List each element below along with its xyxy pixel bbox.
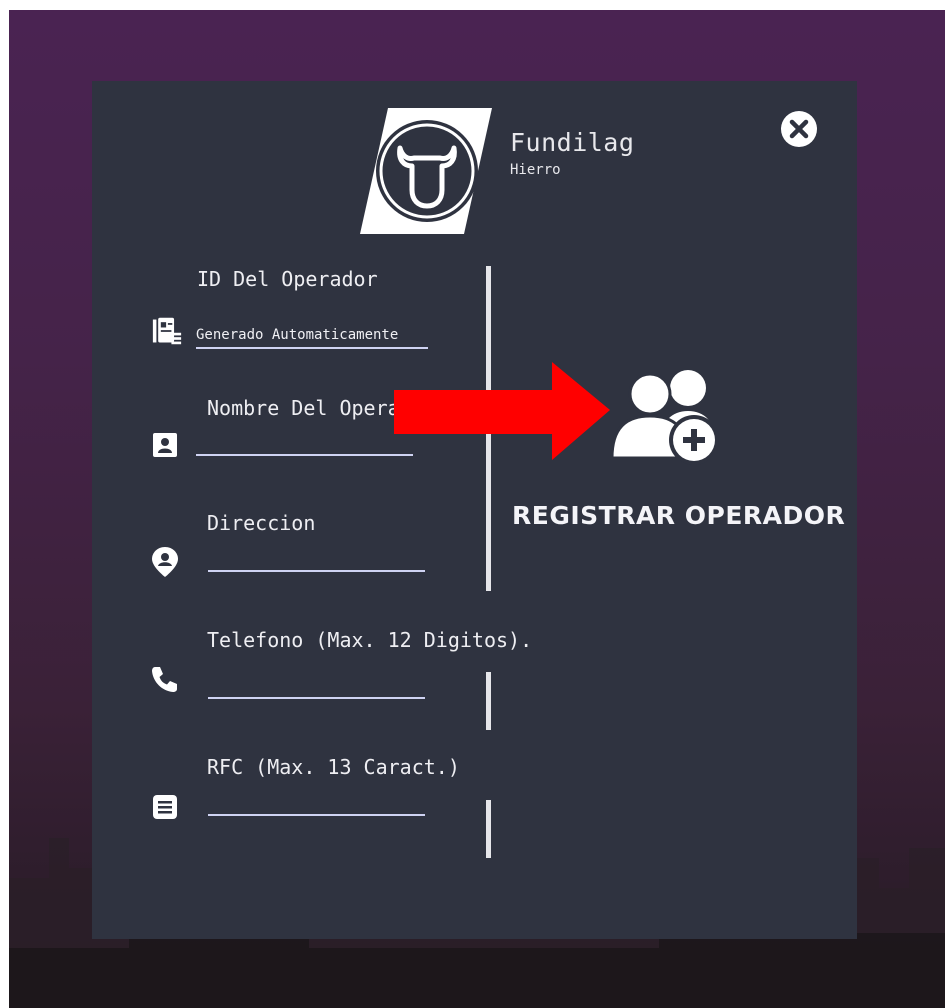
close-button[interactable]	[781, 111, 817, 147]
phone-field[interactable]	[208, 673, 425, 699]
company-subtitle: Hierro	[510, 162, 561, 178]
company-logo	[360, 108, 492, 234]
company-name: Fundilag	[510, 128, 635, 157]
operator-id-field[interactable]	[196, 323, 428, 349]
rfc-label: RFC (Max. 13 Caract.)	[207, 755, 460, 779]
operator-name-field[interactable]	[196, 430, 413, 456]
close-icon	[789, 119, 809, 139]
bull-head-icon	[360, 108, 492, 234]
id-card-icon	[152, 316, 182, 346]
rfc-field[interactable]	[208, 790, 425, 816]
red-arrow-icon	[394, 362, 610, 460]
operator-id-label: ID Del Operador	[197, 267, 378, 291]
address-label: Direccion	[207, 511, 316, 535]
divider-line	[486, 800, 491, 858]
location-pin-icon	[150, 547, 180, 577]
register-operator-label[interactable]: REGISTRAR OPERADOR	[512, 501, 845, 530]
document-icon	[150, 792, 180, 822]
phone-label: Telefono (Max. 12 Digitos).	[207, 628, 533, 652]
register-operator-button[interactable]	[606, 366, 722, 466]
address-field[interactable]	[208, 546, 425, 572]
divider-line	[486, 672, 491, 730]
contact-icon	[150, 430, 180, 460]
add-users-icon	[610, 370, 719, 465]
phone-icon	[150, 664, 180, 694]
